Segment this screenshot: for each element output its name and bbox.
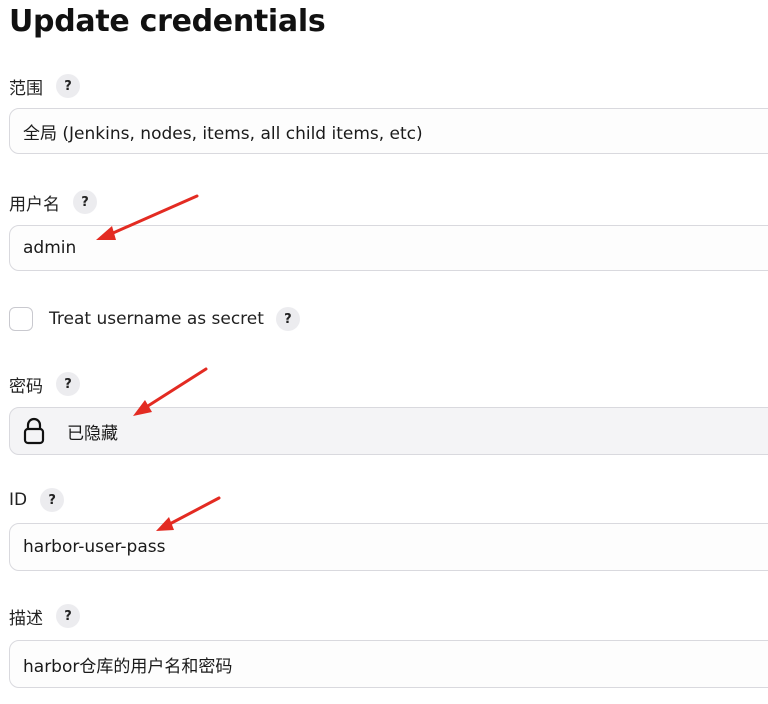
id-help-icon[interactable]: ? [40, 488, 65, 512]
annotation-arrows [96, 194, 221, 531]
password-label-row: 密码 ? [9, 371, 80, 397]
scope-label-row: 范围 ? [9, 73, 80, 99]
username-value: admin [23, 238, 77, 258]
password-help-icon[interactable]: ? [56, 372, 80, 396]
scope-help-icon[interactable]: ? [56, 74, 80, 98]
description-input[interactable]: harbor仓库的用户名和密码 [9, 640, 768, 688]
description-label: 描述 [9, 608, 43, 629]
lock-icon [23, 417, 45, 445]
username-label-row: 用户名 ? [9, 189, 97, 215]
scope-value: 全局 (Jenkins, nodes, items, all child ite… [23, 123, 423, 144]
treat-secret-row: Treat username as secret ? [9, 304, 300, 334]
password-field[interactable]: 已隐藏 [9, 407, 768, 455]
id-input[interactable]: harbor-user-pass [9, 523, 768, 571]
username-help-icon[interactable]: ? [73, 190, 97, 214]
scope-label: 范围 [9, 78, 43, 99]
treat-secret-checkbox[interactable] [9, 307, 33, 331]
id-label: ID [9, 490, 28, 510]
description-help-icon[interactable]: ? [56, 604, 80, 628]
password-value: 已隐藏 [67, 423, 118, 444]
description-value: harbor仓库的用户名和密码 [23, 656, 233, 677]
treat-secret-label: Treat username as secret [49, 309, 264, 329]
scope-select[interactable]: 全局 (Jenkins, nodes, items, all child ite… [9, 108, 768, 154]
id-label-row: ID ? [9, 487, 65, 513]
username-label: 用户名 [9, 194, 60, 215]
description-label-row: 描述 ? [9, 603, 80, 629]
treat-secret-help-icon[interactable]: ? [275, 307, 300, 331]
page-title: Update credentials [9, 4, 326, 39]
password-label: 密码 [9, 376, 43, 397]
id-value: harbor-user-pass [23, 537, 166, 557]
update-credentials-page: Update credentials 范围 ? 全局 (Jenkins, nod… [0, 0, 768, 704]
username-input[interactable]: admin [9, 225, 768, 271]
